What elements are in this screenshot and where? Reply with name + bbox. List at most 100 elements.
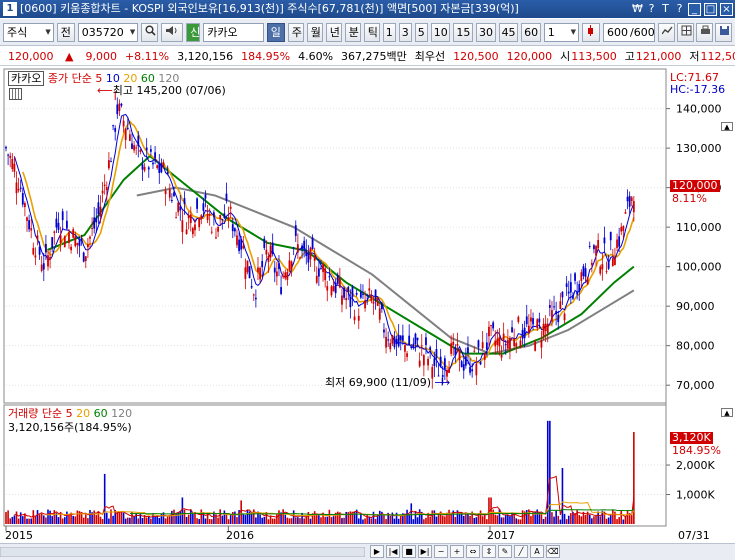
candle-body: [135, 147, 138, 149]
volume-bar: [578, 515, 581, 524]
period-week-button[interactable]: 주: [287, 22, 304, 42]
candle-body: [471, 369, 474, 372]
candle-body: [19, 187, 22, 189]
expand-icon[interactable]: ⇕: [482, 545, 496, 558]
volume-bar: [141, 518, 144, 524]
candle-body: [378, 308, 381, 320]
volume-bar: [15, 511, 18, 524]
period-day-button[interactable]: 일: [266, 22, 285, 42]
table-view-icon[interactable]: [9, 88, 22, 100]
count-field[interactable]: 600/600: [603, 22, 655, 42]
volume-bar: [481, 516, 484, 524]
volume-bar: [99, 516, 102, 524]
volume-bar: [494, 514, 497, 524]
candle-body: [616, 239, 618, 248]
last-icon[interactable]: ▶|: [418, 545, 432, 558]
first-icon[interactable]: |◀: [386, 545, 400, 558]
search-button[interactable]: [141, 22, 159, 42]
sound-button[interactable]: [161, 22, 184, 42]
fit-icon[interactable]: ⇔: [466, 545, 480, 558]
volume-bar: [246, 510, 249, 524]
volume-bar: [28, 518, 30, 524]
new-button[interactable]: 신: [186, 22, 200, 42]
scroll-right-icon[interactable]: ▶: [370, 545, 384, 558]
won-icon[interactable]: ₩: [632, 2, 643, 16]
interval-button-5[interactable]: 5: [414, 22, 428, 42]
candle-body: [49, 256, 51, 260]
vol-ma120-label[interactable]: 120: [111, 407, 132, 420]
candle-body: [286, 271, 289, 280]
interval-select[interactable]: 1: [543, 22, 579, 42]
zoom-out-icon[interactable]: −: [434, 545, 448, 558]
candle-body: [504, 344, 507, 346]
volume-bar: [259, 514, 261, 524]
stop-icon[interactable]: ■: [402, 545, 416, 558]
zoom-in-icon[interactable]: +: [450, 545, 464, 558]
period-month-button[interactable]: 월: [306, 22, 323, 42]
chart-area[interactable]: 2,000K 1,000K 140,000 130,000 120,000 110,00…: [0, 67, 735, 545]
question-icon[interactable]: ?: [674, 2, 685, 16]
interval-button-45[interactable]: 45: [498, 22, 519, 42]
volume-bar: [607, 517, 610, 524]
volume-bar: [103, 473, 106, 524]
max-arrow-icon: ⟵: [97, 84, 113, 97]
scroll-up-icon[interactable]: ▲: [721, 122, 733, 131]
market-select[interactable]: 주식: [3, 22, 54, 42]
chart-svg[interactable]: 2,000K 1,000K 140,000 130,000 120,000 110,00…: [0, 67, 735, 545]
close-button[interactable]: ×: [720, 2, 733, 16]
prev-button[interactable]: 전: [56, 22, 75, 42]
volume-bar: [561, 468, 564, 524]
volume-bar: [416, 517, 419, 524]
print-button[interactable]: [696, 22, 713, 42]
chart-type-button[interactable]: [582, 22, 600, 42]
vol-ma60-label[interactable]: 60: [94, 407, 108, 420]
volume-bar: [435, 516, 438, 524]
text-icon[interactable]: T: [660, 2, 671, 16]
line-icon[interactable]: ╱: [514, 545, 528, 558]
maximize-button[interactable]: □: [704, 2, 717, 16]
candle-body: [538, 318, 541, 323]
interval-button-30[interactable]: 30: [475, 22, 496, 42]
candle-body: [23, 203, 26, 208]
candle-body: [338, 277, 341, 288]
candle-body: [118, 103, 121, 112]
volume-bar: [360, 514, 362, 524]
volume-bar: [192, 513, 194, 524]
candle-body: [296, 244, 299, 253]
tools-button[interactable]: [677, 22, 694, 42]
interval-button-60[interactable]: 60: [521, 22, 541, 42]
window-number-icon[interactable]: 1: [3, 2, 17, 16]
volume-bar: [567, 515, 570, 524]
draw-icon[interactable]: ✎: [498, 545, 512, 558]
code-input[interactable]: 035720: [77, 22, 139, 42]
price-change: 9,000: [85, 50, 117, 63]
volume-bar: [318, 514, 320, 524]
interval-button-3[interactable]: 3: [398, 22, 412, 42]
candle-body: [614, 258, 616, 266]
period-year-button[interactable]: 년: [325, 22, 342, 42]
magnifier-icon: [145, 25, 156, 36]
volume-scroll-icon[interactable]: ▲: [721, 408, 733, 417]
candle-body: [112, 125, 114, 127]
interval-button-15[interactable]: 15: [453, 22, 473, 42]
minimize-button[interactable]: _: [688, 2, 701, 16]
erase-icon[interactable]: ⌫: [546, 545, 560, 558]
period-tick-button[interactable]: 틱: [363, 22, 380, 42]
help-icon[interactable]: ?: [646, 2, 657, 16]
vol-ma20-label[interactable]: 20: [76, 407, 90, 420]
interval-button-1[interactable]: 1: [382, 22, 396, 42]
settings-button[interactable]: [658, 22, 675, 42]
period-minute-button[interactable]: 분: [344, 22, 361, 42]
volume-bar: [204, 518, 207, 524]
text-tool-icon[interactable]: A: [530, 545, 544, 558]
count-value: 600: [607, 25, 628, 39]
save-button[interactable]: [715, 22, 732, 42]
interval-button-10[interactable]: 10: [430, 22, 451, 42]
vol-ma5-label[interactable]: 5: [66, 407, 73, 420]
volume-bar: [588, 514, 591, 524]
scroll-track[interactable]: [0, 547, 365, 557]
candle-body: [305, 250, 308, 256]
stock-tag[interactable]: 카카오: [8, 71, 45, 86]
volume-bar: [511, 512, 513, 524]
volume-bar: [240, 500, 242, 524]
